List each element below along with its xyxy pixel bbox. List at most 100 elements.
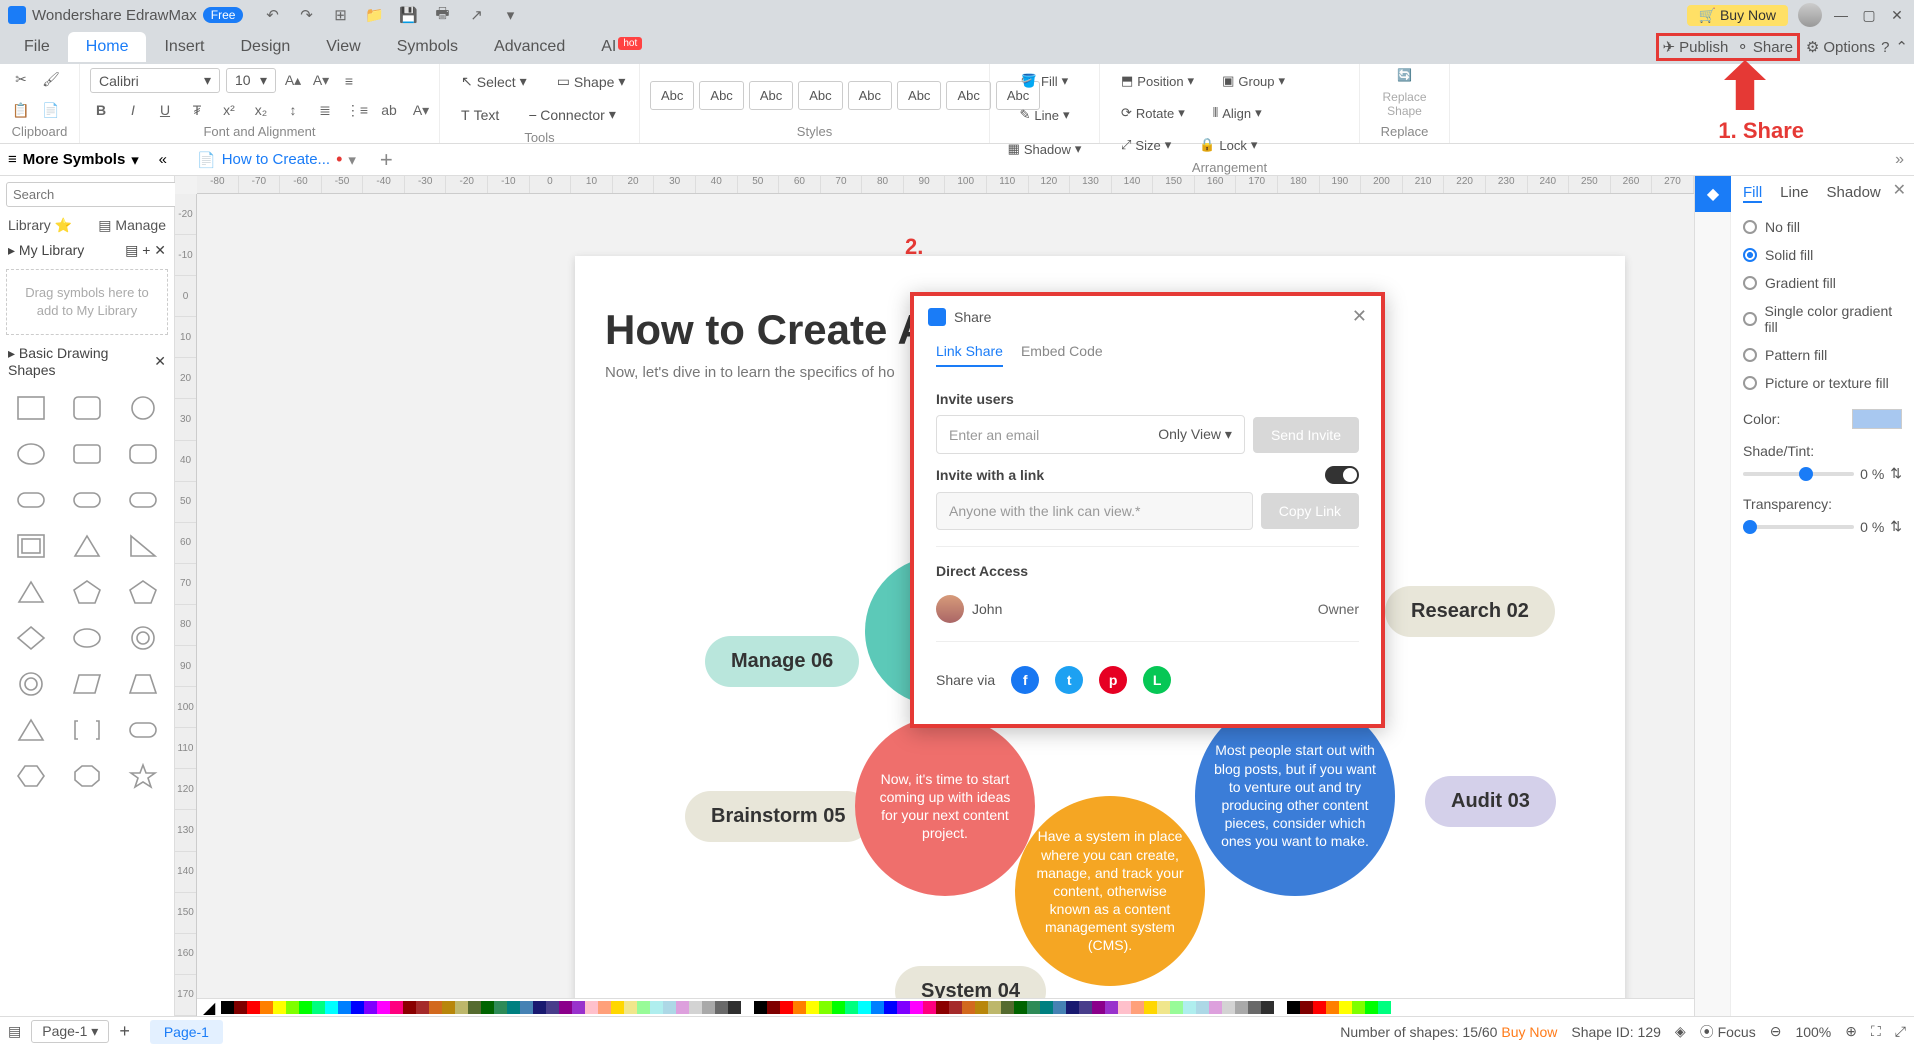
save-icon[interactable]: 💾 [397,4,419,26]
color-swatch[interactable] [247,1001,260,1014]
shape-parallelogram[interactable] [64,666,110,702]
color-swatch[interactable] [624,1001,637,1014]
email-input[interactable]: Enter an email Only View ▾ [936,415,1245,454]
decrease-font-icon[interactable]: A▾ [310,70,332,92]
shape-diamond[interactable] [8,620,54,656]
paste-icon[interactable]: 📋 [10,100,32,122]
color-swatch[interactable] [364,1001,377,1014]
color-swatch[interactable] [546,1001,559,1014]
bold-icon[interactable]: B [90,99,112,121]
shape-brackets[interactable] [64,712,110,748]
shape-stadium2[interactable] [120,712,166,748]
style-preset-1[interactable]: Abc [650,81,694,110]
document-tab[interactable]: 📄How to Create...•▾ [187,145,366,174]
my-library-header[interactable]: ▸ My Library [8,242,84,259]
menu-insert[interactable]: Insert [146,32,222,62]
color-swatch[interactable] [1196,1001,1209,1014]
spacing-icon[interactable]: ↕ [282,99,304,121]
fill-tab[interactable]: Fill [1743,184,1762,203]
close-section-icon[interactable]: ✕ [154,353,166,370]
collapse-right-icon[interactable]: » [1895,151,1914,169]
fill-pattern[interactable]: Pattern fill [1743,341,1902,369]
export-icon[interactable]: ↗ [465,4,487,26]
color-swatch[interactable] [728,1001,741,1014]
color-swatch[interactable] [377,1001,390,1014]
pill-brainstorm[interactable]: Brainstorm 05 [685,791,872,842]
color-swatch[interactable] [338,1001,351,1014]
menu-ai[interactable]: AIhot [583,32,660,62]
format-panel-icon[interactable]: ◆ [1695,176,1731,212]
new-icon[interactable]: ⊞ [329,4,351,26]
copy-icon[interactable]: 📄 [40,100,62,122]
color-swatch[interactable] [1235,1001,1248,1014]
align-icon[interactable]: ≡ [338,70,360,92]
color-swatch[interactable] [1144,1001,1157,1014]
color-swatch[interactable] [1274,1001,1287,1014]
shape-stadium[interactable] [120,482,166,518]
underline-icon[interactable]: U [154,99,176,121]
shape-square[interactable] [8,390,54,426]
panel-close-icon[interactable]: ✕ [1893,180,1906,200]
color-swatch[interactable] [1365,1001,1378,1014]
shadow-tab[interactable]: Shadow [1827,184,1881,203]
page-tab[interactable]: Page-1 [150,1020,223,1044]
share-button[interactable]: ⚬ Share [1736,38,1793,56]
color-swatch[interactable] [533,1001,546,1014]
color-swatch[interactable] [273,1001,286,1014]
color-swatch[interactable] [1027,1001,1040,1014]
color-swatch[interactable] [598,1001,611,1014]
shade-slider[interactable] [1743,472,1854,476]
fill-single-gradient[interactable]: Single color gradient fill [1743,297,1902,341]
color-swatch[interactable] [520,1001,533,1014]
color-swatch[interactable] [1066,1001,1079,1014]
color-swatch[interactable] [403,1001,416,1014]
color-swatch[interactable] [234,1001,247,1014]
font-size-combo[interactable]: 10▾ [226,68,276,93]
color-swatch[interactable] [637,1001,650,1014]
color-swatch[interactable] [494,1001,507,1014]
increase-font-icon[interactable]: A▴ [282,70,304,92]
print-icon[interactable]: 🖶 [431,4,453,26]
subscript-icon[interactable]: x₂ [250,99,272,121]
color-swatch[interactable] [806,1001,819,1014]
lock-menu[interactable]: 🔒 Lock▾ [1188,132,1268,158]
shape-ellipse[interactable] [8,436,54,472]
fill-gradient[interactable]: Gradient fill [1743,269,1902,297]
symbol-search-input[interactable] [6,182,196,207]
maximize-icon[interactable]: ▢ [1860,6,1878,24]
copy-link-button[interactable]: Copy Link [1261,493,1359,529]
tab-embed-code[interactable]: Embed Code [1021,343,1103,367]
shape-rect3[interactable] [120,436,166,472]
send-invite-button[interactable]: Send Invite [1253,417,1359,453]
color-swatch[interactable] [1118,1001,1131,1014]
italic-icon[interactable]: I [122,99,144,121]
options-button[interactable]: ⚙ Options [1806,38,1875,56]
numbering-icon[interactable]: ⋮≡ [346,99,368,121]
focus-button[interactable]: ⦿ Focus [1700,1022,1756,1042]
color-swatch[interactable] [884,1001,897,1014]
position-menu[interactable]: ⬒ Position▾ [1110,68,1205,94]
color-swatch[interactable] [819,1001,832,1014]
color-swatch[interactable] [260,1001,273,1014]
add-page-button[interactable]: + [119,1021,130,1042]
color-swatch[interactable] [442,1001,455,1014]
shape-donut[interactable] [120,620,166,656]
shape-circle[interactable] [120,390,166,426]
color-swatch[interactable] [1313,1001,1326,1014]
superscript-icon[interactable]: x² [218,99,240,121]
circle-system[interactable]: Have a system in place where you can cre… [1015,796,1205,986]
color-swatch[interactable] [559,1001,572,1014]
color-swatch[interactable] [325,1001,338,1014]
collapse-ribbon-icon[interactable]: ⌃ [1895,38,1908,56]
rotate-menu[interactable]: ⟳ Rotate▾ [1110,100,1196,126]
color-swatch[interactable] [1105,1001,1118,1014]
shape-triangle3[interactable] [8,712,54,748]
publish-button[interactable]: ✈ Publish [1663,38,1729,56]
color-swatch[interactable] [975,1001,988,1014]
color-swatch[interactable] [858,1001,871,1014]
color-swatch[interactable] [988,1001,1001,1014]
shape-octagon[interactable] [64,758,110,794]
user-avatar[interactable] [1798,3,1822,27]
color-swatch[interactable] [1209,1001,1222,1014]
color-swatch[interactable] [507,1001,520,1014]
